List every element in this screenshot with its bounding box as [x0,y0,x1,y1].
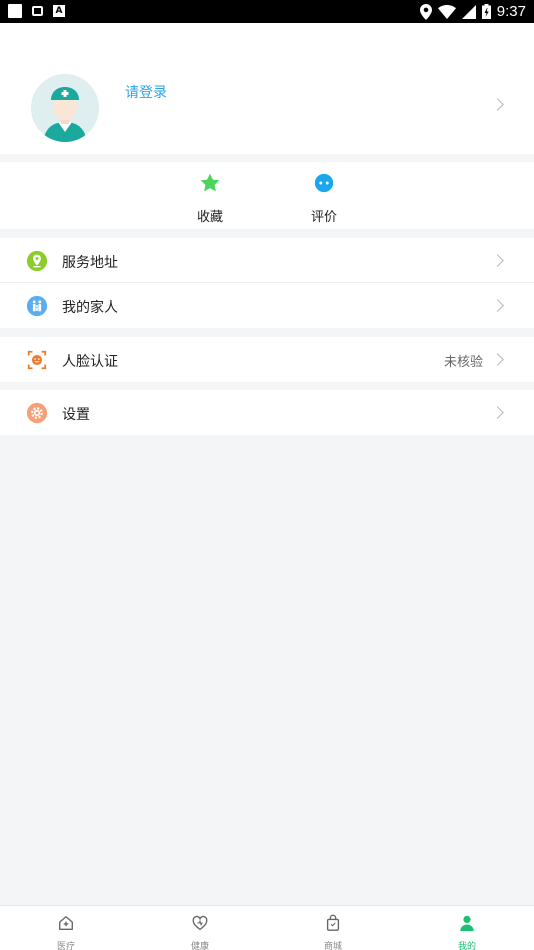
shopping-bag-icon [326,914,340,931]
wifi-icon [437,4,456,19]
settings-label: 设置 [62,407,90,423]
tab-health[interactable]: 健康 [170,914,230,950]
tab-mine[interactable]: 我的 [437,914,497,950]
face-auth-label: 人脸认证 [62,354,118,370]
face-auth-status: 未核验 [443,355,483,370]
reviews-label: 评价 [310,210,337,225]
cell-signal-icon [461,4,476,19]
gear-icon [26,402,48,424]
tab-label: 健康 [190,942,209,950]
tab-mall[interactable]: 商城 [303,914,363,950]
bottom-tab-bar: 医疗 健康 商城 我的 [0,905,534,950]
person-icon [460,915,474,932]
menu-group-1: 服务地址 我的家人 [0,238,534,328]
chevron-right-icon [491,98,504,111]
clock: 9:37 [496,3,526,20]
sd-card-icon [32,6,43,16]
menu-group-2: 人脸认证 未核验 [0,337,534,382]
notification-icon [8,4,22,18]
family-icon [26,295,48,317]
service-address-label: 服务地址 [62,255,118,271]
quick-actions: 收藏 评价 [0,162,534,229]
battery-icon [481,4,491,19]
doctor-avatar-icon [31,74,99,142]
profile-header[interactable]: 请登录 [0,23,534,154]
tab-label: 商城 [323,942,342,950]
chevron-right-icon [491,353,504,366]
chevron-right-icon [491,299,504,312]
menu-item-my-family[interactable]: 我的家人 [0,283,534,328]
chevron-right-icon [491,406,504,419]
location-icon [419,3,432,20]
login-link[interactable]: 请登录 [125,82,167,102]
chat-bubble-icon [314,173,334,193]
star-icon [200,173,220,192]
menu-item-service-address[interactable]: 服务地址 [0,238,534,283]
favorites-button[interactable]: 收藏 [180,172,240,225]
menu-item-face-auth[interactable]: 人脸认证 未核验 [0,337,534,382]
my-family-label: 我的家人 [62,300,118,316]
face-scan-icon [27,350,47,370]
tab-label: 我的 [457,942,476,950]
heart-icon [192,915,208,931]
chevron-right-icon [491,254,504,267]
tab-medical[interactable]: 医疗 [36,914,96,950]
menu-group-3: 设置 [0,390,534,435]
avatar[interactable] [31,74,99,142]
location-pin-icon [26,250,48,272]
favorites-label: 收藏 [196,210,223,225]
reviews-button[interactable]: 评价 [294,172,354,225]
keyboard-a-icon: A [53,5,65,17]
menu-item-settings[interactable]: 设置 [0,390,534,435]
medical-house-icon [59,916,73,930]
status-bar: A 9:37 [0,0,534,23]
tab-label: 医疗 [56,942,75,950]
